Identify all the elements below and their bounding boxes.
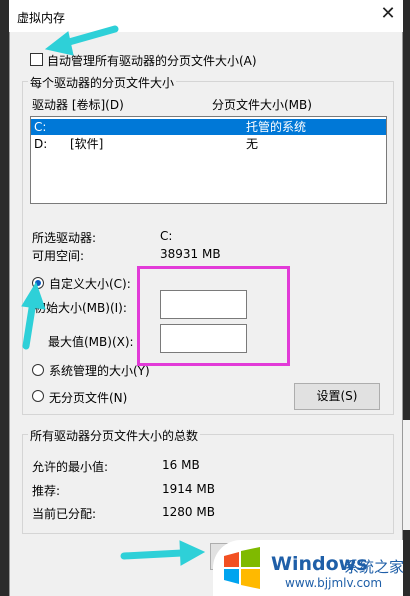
annotation-arrows — [21, 25, 206, 566]
arrow-to-ok-head — [179, 540, 206, 566]
arrow-to-ok — [120, 549, 186, 560]
arrow-to-custom-size-head — [21, 281, 46, 310]
arrow-to-checkbox-head — [44, 31, 74, 56]
windows-logo — [224, 547, 260, 589]
watermark-url: www.bjjmlv.com — [285, 576, 383, 590]
arrow-to-custom-size — [22, 298, 37, 350]
watermark-site-name: 系统之家 — [344, 558, 405, 576]
